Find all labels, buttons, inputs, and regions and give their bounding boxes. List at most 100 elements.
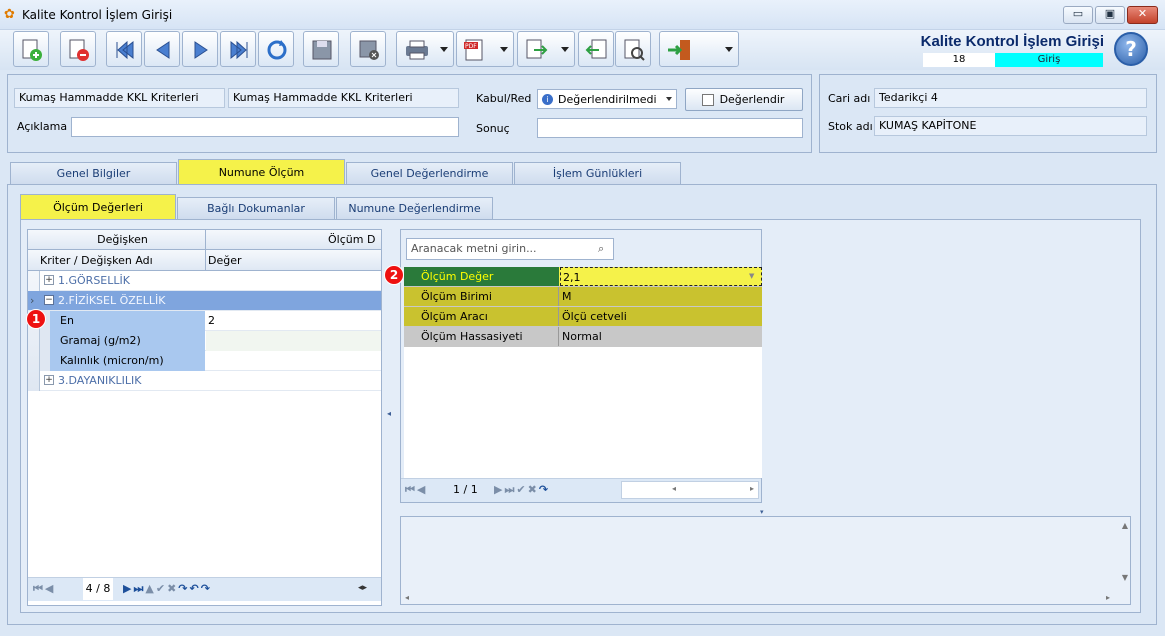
prop-value[interactable]: M bbox=[562, 287, 572, 306]
refresh-icon bbox=[267, 40, 287, 60]
splitter[interactable]: ◂ bbox=[386, 229, 394, 606]
minimize-button[interactable]: ▭ bbox=[1063, 6, 1093, 24]
kabul-value: Değerlendirilmedi bbox=[558, 93, 657, 106]
expand-icon[interactable]: + bbox=[44, 375, 54, 385]
nav-check-icon[interactable]: ✔ bbox=[156, 582, 165, 595]
tools-icon bbox=[624, 39, 645, 61]
table-row[interactable]: En 2 bbox=[40, 311, 381, 331]
search-input[interactable]: Aranacak metni girin... bbox=[406, 238, 614, 260]
collapse-icon[interactable]: − bbox=[44, 295, 54, 305]
aciklama-input[interactable] bbox=[71, 117, 459, 137]
degerlendir-button[interactable]: Değerlendir bbox=[685, 88, 803, 111]
splitter-down-icon[interactable]: ▾ bbox=[760, 508, 764, 516]
maximize-button[interactable]: ▣ bbox=[1095, 6, 1125, 24]
annotation-badge-1: 1 bbox=[26, 309, 46, 329]
scroll-right-icon[interactable]: ▸ bbox=[1106, 593, 1110, 602]
kriter-name-field[interactable]: Kumaş Hammadde KKL Kriterleri bbox=[14, 88, 225, 108]
prop-value[interactable]: 2,1 bbox=[560, 267, 762, 286]
subtab-numune-degerlendirme[interactable]: Numune Değerlendirme bbox=[336, 197, 493, 219]
nav-refresh-icon[interactable]: ↷ bbox=[539, 483, 548, 496]
expand-icon[interactable]: + bbox=[44, 275, 54, 285]
property-row-olcum-deger[interactable]: Ölçüm Değer 2,1 ▼ bbox=[404, 267, 762, 287]
nav-next-icon[interactable]: ▶ bbox=[123, 582, 131, 595]
refresh-button[interactable] bbox=[258, 31, 294, 67]
hscrollbar[interactable]: ◂ ▸ bbox=[621, 481, 759, 499]
nav-add-icon[interactable]: ▲ bbox=[145, 582, 153, 595]
scroll-down-icon[interactable]: ▼ bbox=[1122, 573, 1128, 582]
property-row-olcum-hassasiyeti[interactable]: Ölçüm Hassasiyeti Normal bbox=[404, 327, 762, 347]
prop-value[interactable]: Normal bbox=[562, 327, 602, 346]
exit-button[interactable] bbox=[659, 31, 739, 67]
nav-position: 4 / 8 bbox=[83, 578, 113, 600]
kriter-desc-field: Kumaş Hammadde KKL Kriterleri bbox=[228, 88, 459, 108]
nav-prev-icon[interactable]: ◀ bbox=[417, 483, 425, 496]
scroll-up-icon[interactable]: ▲ bbox=[1122, 521, 1128, 530]
nav-check-icon[interactable]: ✔ bbox=[516, 483, 525, 496]
scroll-left-icon[interactable]: ◂ bbox=[405, 593, 409, 602]
next-record-button[interactable] bbox=[182, 31, 218, 67]
nav-next-icon[interactable]: ▶ bbox=[494, 483, 502, 496]
import-icon bbox=[585, 39, 607, 59]
col-kriter[interactable]: Kriter / Değişken Adı bbox=[40, 254, 153, 267]
group-label: 3.DAYANIKLILIK bbox=[58, 374, 142, 387]
nav-cancel-icon[interactable]: ✖ bbox=[528, 483, 537, 496]
print-button[interactable] bbox=[396, 31, 454, 67]
group-label: 1.GÖRSELLİK bbox=[58, 274, 130, 287]
last-record-button[interactable] bbox=[220, 31, 256, 67]
export-button[interactable] bbox=[517, 31, 575, 67]
property-row-olcum-birimi[interactable]: Ölçüm Birimi M bbox=[404, 287, 762, 307]
splitter-arrow-icon: ◂ bbox=[387, 409, 392, 418]
cell-name: Gramaj (g/m2) bbox=[50, 331, 205, 351]
dropdown-icon[interactable]: ▼ bbox=[749, 267, 754, 286]
new-button[interactable] bbox=[13, 31, 49, 67]
kabul-select[interactable]: i Değerlendirilmedi bbox=[537, 89, 677, 109]
tools-button[interactable] bbox=[615, 31, 651, 67]
kabul-label: Kabul/Red bbox=[476, 92, 532, 105]
tab-numune-olcum[interactable]: Numune Ölçüm bbox=[178, 159, 345, 184]
nav-last-icon[interactable]: ⏭ bbox=[133, 582, 143, 596]
col-deger[interactable]: Değer bbox=[208, 254, 242, 267]
print-icon bbox=[406, 40, 428, 60]
first-icon bbox=[116, 40, 134, 60]
nav-undo-icon[interactable]: ↶ bbox=[190, 582, 199, 595]
nav-prev-icon[interactable]: ◀ bbox=[45, 582, 53, 595]
table-row[interactable]: Kalınlık (micron/m) bbox=[40, 351, 381, 371]
subtab-olcum-degerleri[interactable]: Ölçüm Değerleri bbox=[20, 194, 176, 219]
property-row-olcum-araci[interactable]: Ölçüm Aracı Ölçü cetveli bbox=[404, 307, 762, 327]
cell-value[interactable]: 2 bbox=[208, 311, 215, 330]
cancel-save-button[interactable] bbox=[350, 31, 386, 67]
hscroll-icon[interactable]: ◂▸ bbox=[358, 583, 367, 593]
delete-button[interactable] bbox=[60, 31, 96, 67]
prev-record-button[interactable] bbox=[144, 31, 180, 67]
subtab-bagli-dokumanlar[interactable]: Bağlı Dokumanlar bbox=[177, 197, 335, 219]
nav-refresh-icon[interactable]: ↷ bbox=[178, 582, 187, 595]
cell-value[interactable] bbox=[206, 331, 381, 351]
first-record-button[interactable] bbox=[106, 31, 142, 67]
nav-last-icon[interactable]: ⏭ bbox=[504, 483, 514, 497]
nav-first-icon[interactable]: ⏮ bbox=[405, 483, 415, 497]
help-button[interactable]: ? bbox=[1114, 32, 1148, 66]
group-row-dayaniklilik[interactable]: + 3.DAYANIKLILIK bbox=[40, 371, 381, 391]
nav-cancel-icon[interactable]: ✖ bbox=[167, 582, 176, 595]
prop-value[interactable]: Ölçü cetveli bbox=[562, 307, 627, 326]
group-row-gorsellik[interactable]: + 1.GÖRSELLİK bbox=[40, 271, 381, 291]
last-icon bbox=[230, 40, 248, 60]
nav-first-icon[interactable]: ⏮ bbox=[33, 582, 43, 596]
import-button[interactable] bbox=[578, 31, 614, 67]
prop-label: Ölçüm Aracı bbox=[404, 307, 559, 326]
table-row[interactable]: Gramaj (g/m2) bbox=[40, 331, 381, 351]
close-button[interactable]: ✕ bbox=[1127, 6, 1158, 24]
note-memo[interactable]: ▲ ▼ ◂ ▸ bbox=[400, 516, 1131, 605]
tab-genel-bilgiler[interactable]: Genel Bilgiler bbox=[10, 162, 177, 184]
record-type: Giriş bbox=[995, 53, 1103, 67]
nav-redo-icon[interactable]: ↷ bbox=[201, 582, 210, 595]
next-icon bbox=[194, 41, 208, 59]
save-button[interactable] bbox=[303, 31, 339, 67]
pdf-button[interactable]: PDF bbox=[456, 31, 514, 67]
group-row-fiziksel[interactable]: › − 2.FİZİKSEL ÖZELLİK bbox=[28, 291, 381, 311]
tab-islem-gunlukleri[interactable]: İşlem Günlükleri bbox=[514, 162, 681, 184]
olcum-grid: Değişken Ölçüm D Kriter / Değişken Adı D… bbox=[27, 229, 382, 606]
tab-genel-degerlendirme[interactable]: Genel Değerlendirme bbox=[346, 162, 513, 184]
grid-column-header: Kriter / Değişken Adı Değer bbox=[28, 250, 381, 271]
sonuc-input[interactable] bbox=[537, 118, 803, 138]
